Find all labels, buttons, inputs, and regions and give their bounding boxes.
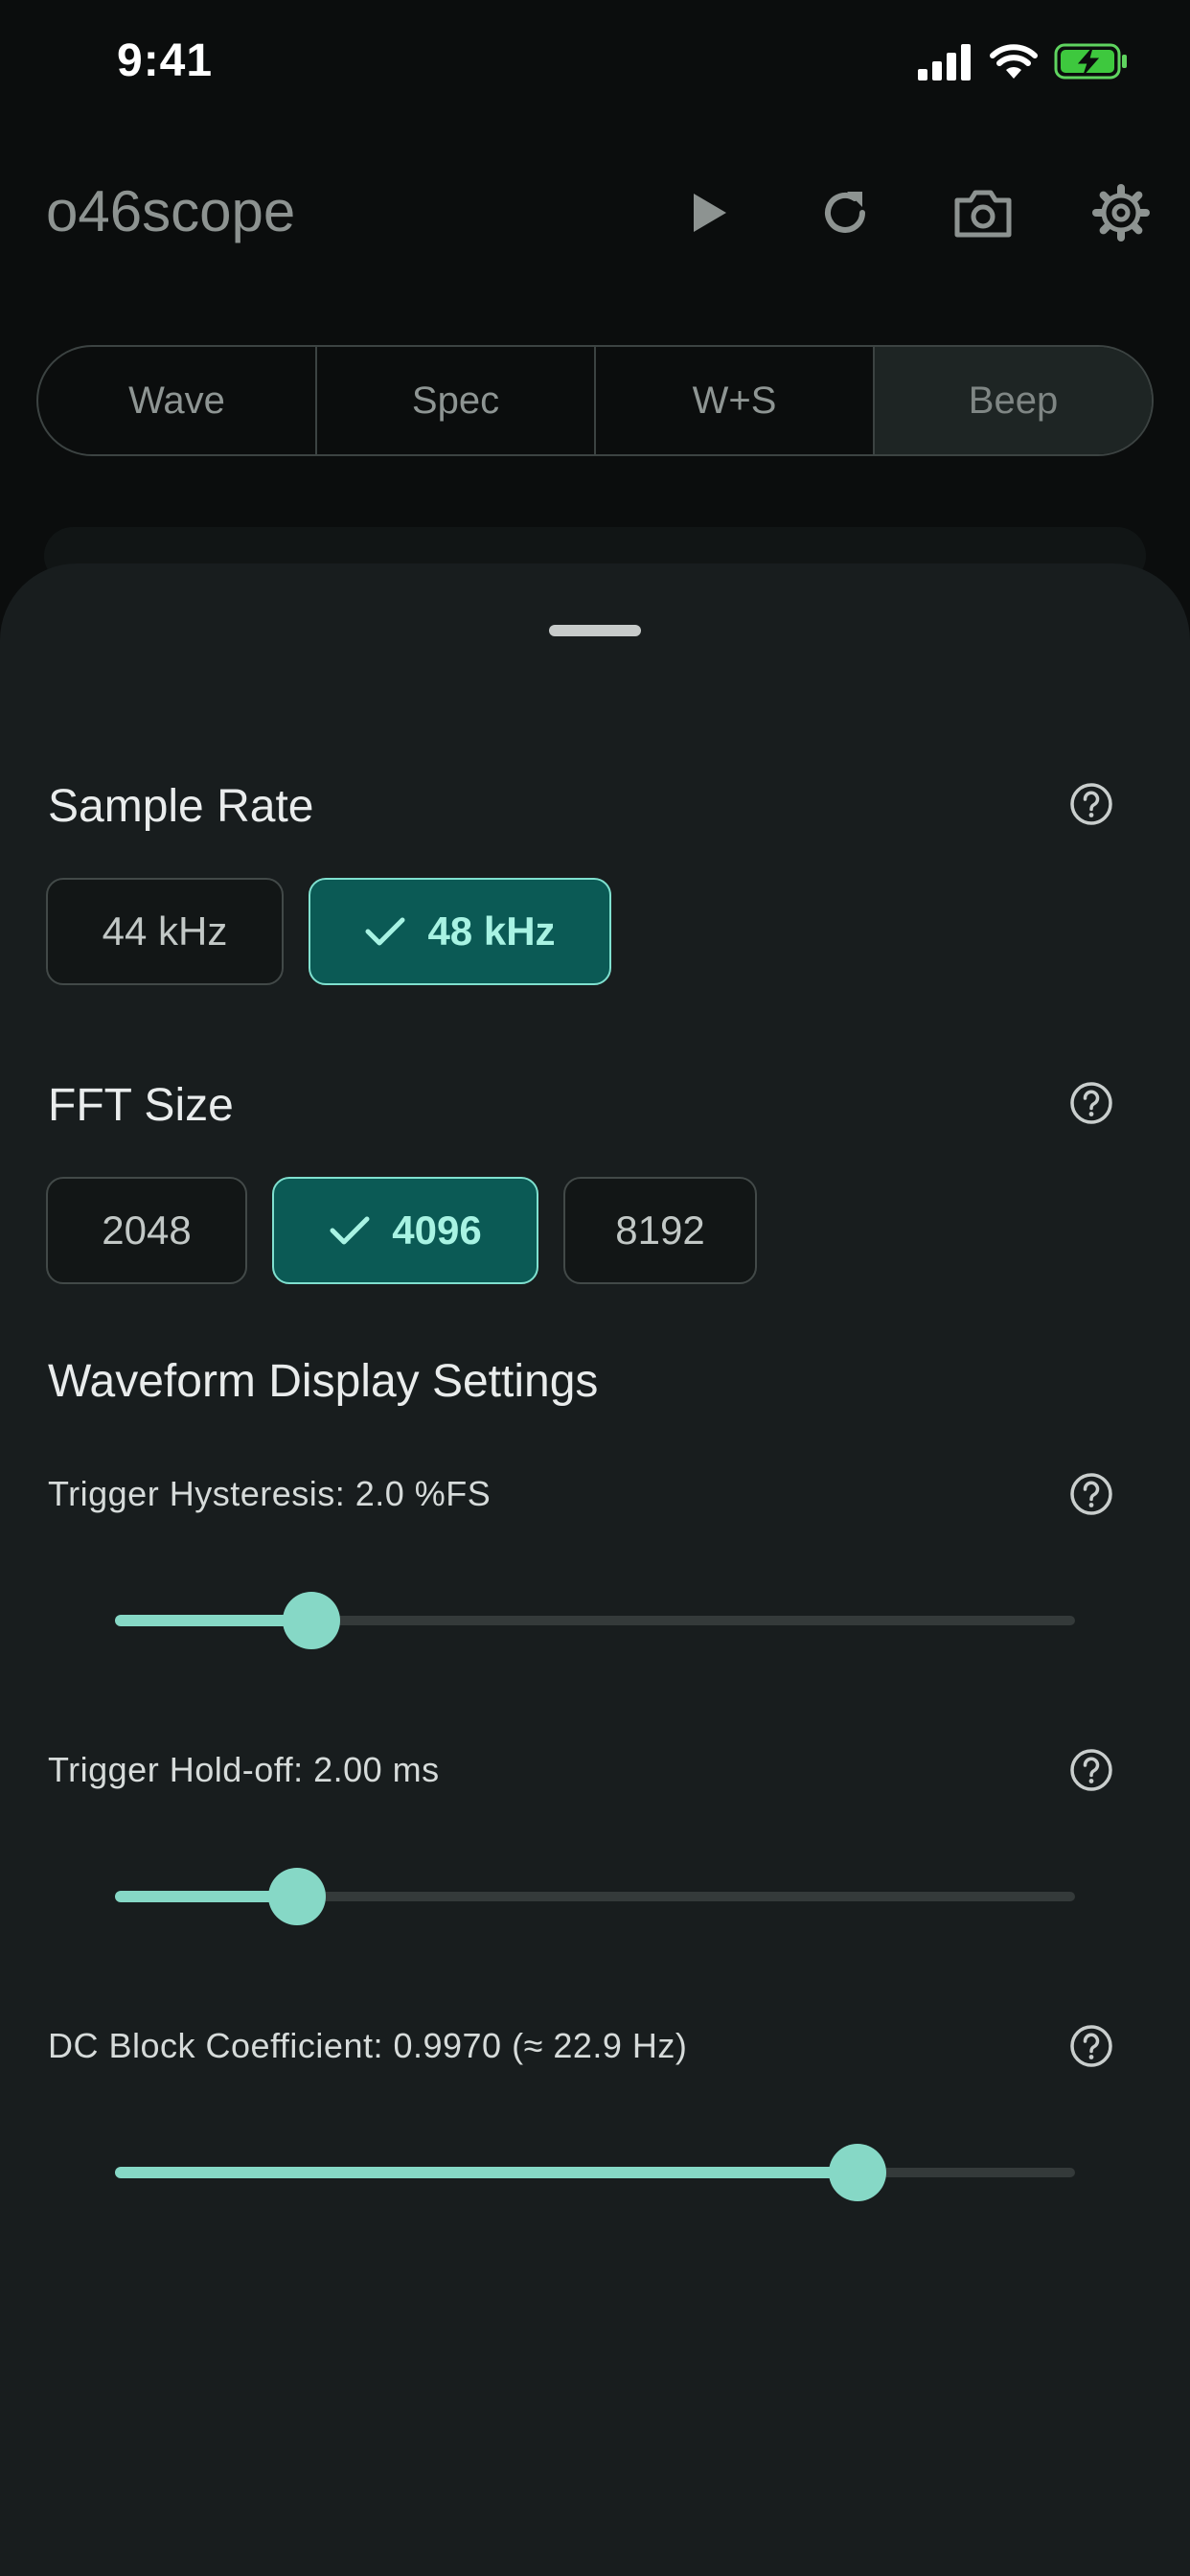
tab-wave-spec[interactable]: W+S — [596, 347, 875, 454]
sample-rate-48-chip[interactable]: 48 kHz — [309, 878, 611, 985]
dc-block-help-icon[interactable] — [1069, 2024, 1113, 2068]
battery-charging-icon — [1054, 43, 1127, 80]
slider-thumb[interactable] — [283, 1592, 341, 1649]
app-title: o46scope — [46, 179, 296, 243]
play-button[interactable] — [675, 178, 744, 247]
fft-8192-chip[interactable]: 8192 — [563, 1177, 757, 1284]
fft-4096-chip[interactable]: 4096 — [272, 1177, 538, 1284]
chip-label: 4096 — [392, 1208, 482, 1253]
slider-thumb[interactable] — [828, 2144, 886, 2201]
snapshot-button[interactable] — [949, 178, 1018, 247]
mode-tabs: Wave Spec W+S Beep — [36, 345, 1154, 456]
settings-sheet: Sample Rate 44 kHz 48 kHz FFT Size 2048 — [0, 564, 1190, 2576]
slider-fill — [115, 2167, 858, 2178]
fft-size-options: 2048 4096 8192 — [46, 1177, 757, 1284]
camera-icon — [954, 190, 1012, 238]
status-bar: 9:41 — [0, 0, 1190, 134]
tab-spec[interactable]: Spec — [317, 347, 596, 454]
cellular-signal-icon — [918, 44, 971, 80]
check-icon — [330, 1216, 370, 1245]
sample-rate-options: 44 kHz 48 kHz — [46, 878, 611, 985]
waveform-settings-title: Waveform Display Settings — [48, 1356, 599, 1407]
trigger-holdoff-label: Trigger Hold-off: 2.00 ms — [48, 1750, 440, 1789]
sample-rate-title: Sample Rate — [48, 781, 314, 832]
dc-block-coefficient-label: DC Block Coefficient: 0.9970 (≈ 22.9 Hz) — [48, 2026, 688, 2065]
reset-button[interactable] — [811, 178, 880, 247]
fft-2048-chip[interactable]: 2048 — [46, 1177, 247, 1284]
trigger-hysteresis-label: Trigger Hysteresis: 2.0 %FS — [48, 1474, 492, 1513]
settings-button[interactable] — [1087, 178, 1156, 247]
trigger-holdoff-help-icon[interactable] — [1069, 1748, 1113, 1792]
status-icons — [916, 42, 1129, 80]
tab-beep[interactable]: Beep — [875, 347, 1152, 454]
status-time: 9:41 — [117, 35, 214, 86]
check-icon — [365, 917, 405, 946]
chip-label: 48 kHz — [427, 908, 556, 954]
tab-wave[interactable]: Wave — [38, 347, 317, 454]
slider-thumb[interactable] — [268, 1868, 327, 1925]
play-icon — [694, 194, 726, 232]
sample-rate-help-icon[interactable] — [1069, 782, 1113, 826]
chip-label: 2048 — [102, 1208, 192, 1253]
sheet-drag-handle[interactable] — [549, 625, 641, 636]
fft-size-title: FFT Size — [48, 1080, 234, 1131]
chip-label: 44 kHz — [102, 908, 228, 954]
dc-block-coefficient-slider[interactable] — [115, 2144, 1075, 2201]
trigger-holdoff-slider[interactable] — [115, 1868, 1075, 1925]
trigger-hysteresis-slider[interactable] — [115, 1592, 1075, 1649]
refresh-icon — [825, 192, 865, 233]
trigger-hysteresis-help-icon[interactable] — [1069, 1472, 1113, 1516]
wifi-icon — [990, 44, 1038, 79]
fft-size-help-icon[interactable] — [1069, 1081, 1113, 1125]
chip-label: 8192 — [615, 1208, 705, 1253]
gear-icon — [1092, 184, 1150, 242]
sample-rate-44-chip[interactable]: 44 kHz — [46, 878, 284, 985]
app-header: o46scope — [0, 144, 1190, 278]
